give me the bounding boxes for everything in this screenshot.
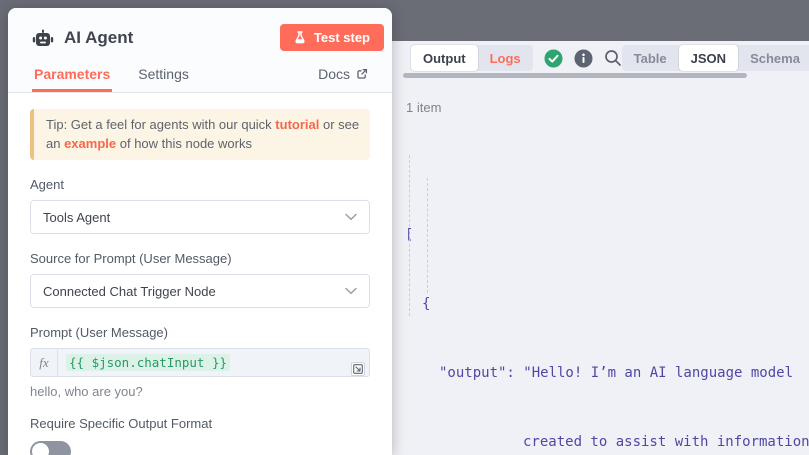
- json-line: [: [400, 224, 809, 247]
- prompt-source-value: Connected Chat Trigger Node: [43, 284, 216, 299]
- success-status-icon: [544, 49, 563, 68]
- json-line: {: [400, 293, 809, 316]
- node-detail-panel: AI Agent Test step Parameters Settings D…: [8, 8, 392, 455]
- docs-label: Docs: [318, 66, 350, 82]
- node-title-group: AI Agent: [32, 28, 133, 48]
- node-panel-header: AI Agent Test step: [8, 8, 392, 61]
- chevron-down-icon: [345, 287, 357, 295]
- toggle-knob: [32, 443, 49, 455]
- prompt-field-label: Prompt (User Message): [30, 325, 370, 340]
- tab-logs[interactable]: Logs: [478, 45, 533, 71]
- test-step-button[interactable]: Test step: [280, 24, 384, 51]
- example-link[interactable]: example: [64, 136, 116, 151]
- json-line: created to assist with information,: [400, 431, 809, 454]
- tip-text: Tip: Get a feel for agents with our quic…: [46, 117, 275, 132]
- output-format-toggle[interactable]: [30, 441, 71, 455]
- tip-callout: Tip: Get a feel for agents with our quic…: [30, 109, 370, 160]
- indent-guide: [409, 155, 410, 316]
- parameters-form: Tip: Get a feel for agents with our quic…: [8, 93, 392, 455]
- prompt-source-select[interactable]: Connected Chat Trigger Node: [30, 274, 370, 308]
- json-code-block: [ { "output": "Hello! I’m an AI language…: [400, 132, 809, 455]
- output-panel: Output Logs Table JSON Schema: [392, 41, 809, 455]
- horizontal-scrollbar[interactable]: [403, 73, 747, 78]
- output-format-label: Require Specific Output Format: [30, 416, 370, 431]
- tab-output[interactable]: Output: [411, 45, 478, 71]
- node-title: AI Agent: [64, 28, 133, 48]
- fx-badge: fx: [31, 349, 58, 376]
- info-icon[interactable]: [574, 49, 593, 68]
- external-link-icon: [356, 68, 368, 80]
- json-output-view: 1 item [ { "output": "Hello! I’m an AI l…: [400, 92, 809, 455]
- agent-field-label: Agent: [30, 177, 370, 192]
- test-step-label: Test step: [314, 30, 370, 45]
- expression-value[interactable]: {{ $json.chatInput }}: [66, 354, 230, 371]
- tab-table[interactable]: Table: [622, 45, 679, 71]
- indent-guide: [427, 178, 428, 293]
- robot-icon: [32, 28, 54, 48]
- prompt-expression-input[interactable]: fx {{ $json.chatInput }}: [30, 348, 370, 377]
- tab-schema[interactable]: Schema: [738, 45, 809, 71]
- tutorial-link[interactable]: tutorial: [275, 117, 319, 132]
- source-field-label: Source for Prompt (User Message): [30, 251, 370, 266]
- expression-content[interactable]: {{ $json.chatInput }}: [58, 349, 369, 376]
- chevron-down-icon: [345, 213, 357, 221]
- node-panel-tabs: Parameters Settings Docs: [8, 61, 392, 93]
- tab-settings[interactable]: Settings: [138, 66, 189, 92]
- json-line: "output": "Hello! I’m an AI language mod…: [400, 362, 809, 385]
- flask-icon: [294, 31, 306, 44]
- tip-text-suffix: of how this node works: [116, 136, 252, 151]
- items-count: 1 item: [406, 100, 809, 115]
- search-icon[interactable]: [604, 49, 622, 67]
- output-logs-switch: Output Logs: [411, 45, 533, 71]
- display-mode-switch: Table JSON Schema: [622, 45, 809, 71]
- tab-parameters[interactable]: Parameters: [32, 66, 112, 92]
- expand-expression-button[interactable]: [351, 362, 365, 376]
- agent-select[interactable]: Tools Agent: [30, 200, 370, 234]
- tab-json[interactable]: JSON: [679, 45, 738, 71]
- agent-select-value: Tools Agent: [43, 210, 110, 225]
- docs-link[interactable]: Docs: [318, 66, 368, 92]
- output-panel-header: Output Logs Table JSON Schema: [411, 45, 795, 71]
- expression-resolved-preview: hello, who are you?: [30, 384, 370, 399]
